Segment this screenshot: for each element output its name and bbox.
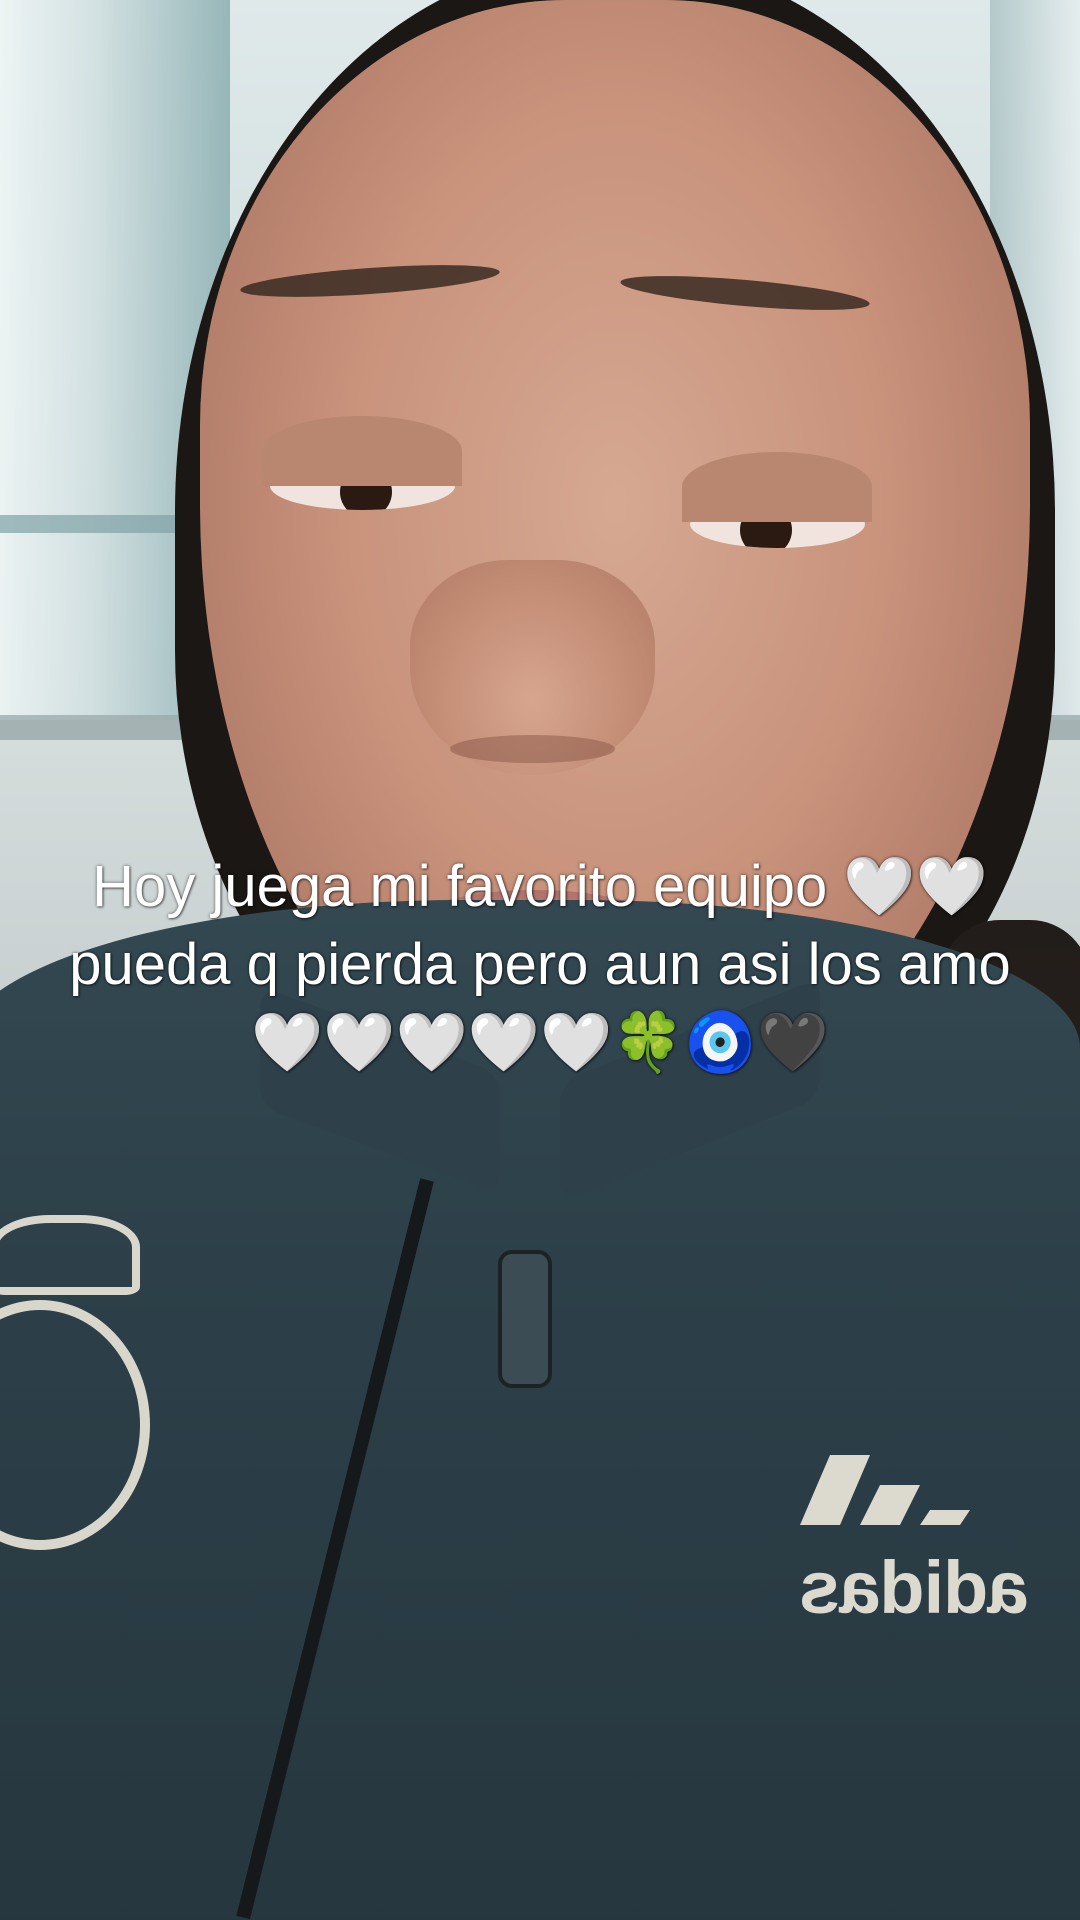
video-frame: adidas Hoy juega mi favorito equipo 🤍🤍pu… <box>0 0 1080 1920</box>
club-crest-crown-icon <box>0 1215 140 1295</box>
nostrils <box>450 735 615 763</box>
zipper-pull <box>498 1250 552 1388</box>
brand-wordmark: adidas <box>800 1546 1029 1629</box>
right-eyelid <box>682 452 872 522</box>
caption-text: Hoy juega mi favorito equipo 🤍🤍pueda q p… <box>69 854 1011 1075</box>
left-eyelid <box>262 416 462 486</box>
